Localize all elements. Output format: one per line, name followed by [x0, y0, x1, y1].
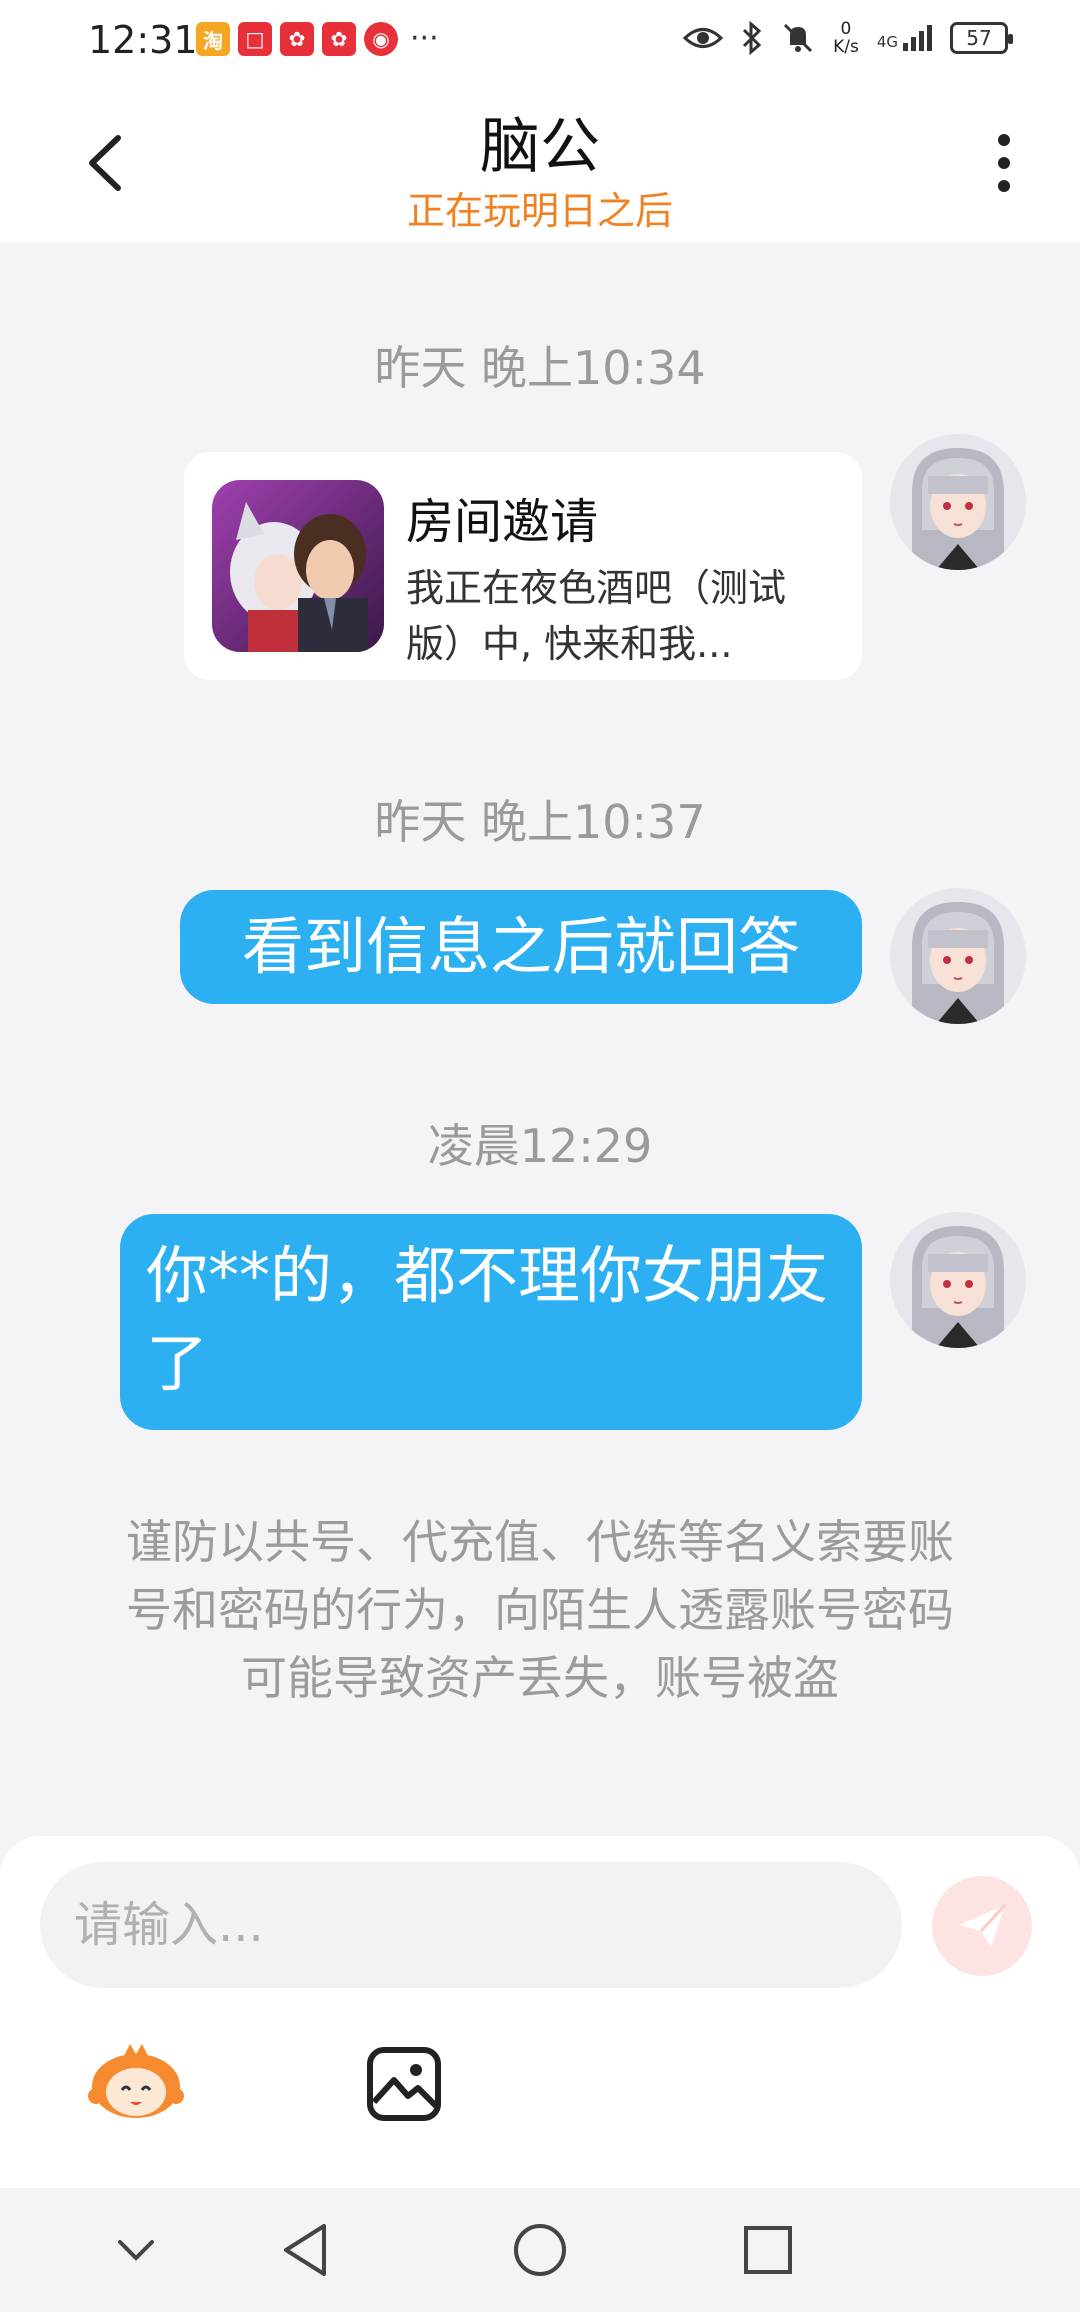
avatar[interactable]: [890, 1212, 1026, 1348]
nav-back-button[interactable]: [276, 2218, 340, 2282]
system-nav-bar: [0, 2188, 1080, 2312]
more-notifications-icon: ···: [410, 21, 439, 56]
input-panel: [0, 1836, 1080, 2188]
send-button[interactable]: [932, 1876, 1032, 1976]
network-speed: 0 K/s: [833, 19, 859, 57]
paper-plane-icon: [959, 1903, 1007, 1947]
game-app-icon: ✿: [280, 22, 314, 56]
status-time: 12:31: [88, 18, 198, 62]
message-bubble[interactable]: 你**的，都不理你女朋友了: [120, 1214, 862, 1430]
location-app-icon: ◉: [364, 22, 398, 56]
security-notice: 谨防以共号、代充值、代练等名义索要账号和密码的行为，向陌生人透露账号密码可能导致…: [126, 1515, 954, 1705]
nav-recents-button[interactable]: [736, 2218, 800, 2282]
nav-collapse-button[interactable]: [104, 2218, 168, 2282]
status-bar: 12:31 淘 □ ✿ ✿ ◉ ··· 0 K/s 4G 57: [0, 0, 1080, 84]
square-recents-icon: [744, 2226, 792, 2274]
message-timestamp: 凌晨12:29: [427, 1119, 653, 1173]
eye-icon: [683, 28, 724, 48]
book-app-icon: □: [238, 22, 272, 56]
bluetooth-icon: [743, 21, 762, 55]
room-invite-card[interactable]: 房间邀请 我正在夜色酒吧（测试版）中, 快来和我...: [184, 452, 862, 680]
contact-status: 正在玩明日之后: [406, 189, 673, 233]
message-timestamp: 昨天 晚上10:37: [374, 795, 706, 849]
signal-icon: 4G: [877, 25, 932, 51]
nav-home-button[interactable]: [508, 2218, 572, 2282]
battery-icon: 57: [950, 22, 1013, 54]
mute-bell-icon: [784, 23, 813, 53]
message-input[interactable]: [40, 1862, 902, 1988]
more-options-button[interactable]: [984, 128, 1024, 198]
chevron-down-icon: [118, 2240, 154, 2261]
invite-title: 房间邀请: [406, 494, 599, 550]
sticker-button[interactable]: [86, 2040, 186, 2122]
message-timestamp: 昨天 晚上10:34: [374, 341, 706, 395]
triangle-back-icon: [284, 2224, 326, 2276]
avatar[interactable]: [890, 434, 1026, 570]
mascot-sticker-icon: [88, 2044, 184, 2118]
image-icon: [367, 2047, 441, 2121]
chat-header: 脑公 正在玩明日之后: [0, 84, 1080, 242]
contact-name: 脑公: [480, 112, 600, 182]
status-indicators: 0 K/s 4G 57: [683, 19, 1013, 57]
notification-icons: 淘 □ ✿ ✿ ◉ ···: [196, 22, 439, 56]
invite-description: 我正在夜色酒吧（测试版）中, 快来和我...: [406, 566, 787, 666]
message-bubble[interactable]: 看到信息之后就回答: [180, 890, 862, 1004]
taobao-app-icon: 淘: [196, 22, 230, 56]
circle-home-icon: [514, 2224, 566, 2276]
game-app-icon: ✿: [322, 22, 356, 56]
game-thumbnail: [212, 480, 384, 652]
image-picker-button[interactable]: [366, 2046, 442, 2122]
avatar[interactable]: [890, 888, 1026, 1024]
